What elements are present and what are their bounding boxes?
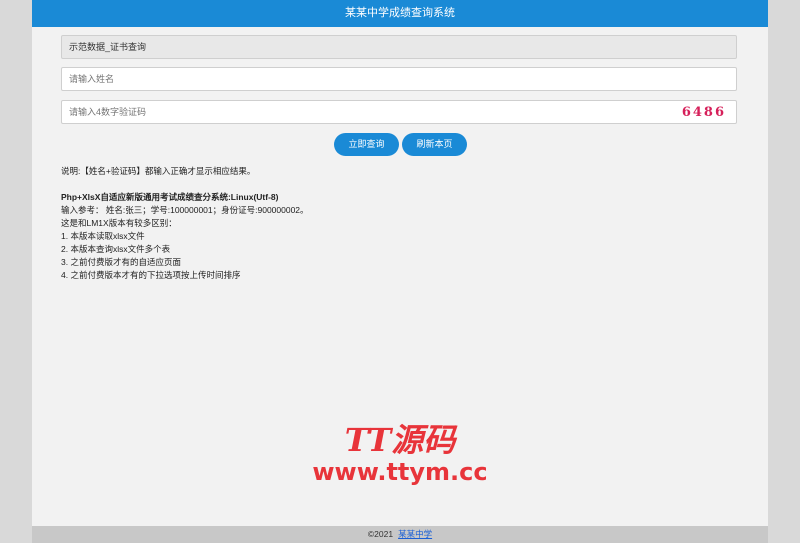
dataset-select[interactable]: 示范数据_证书查询 [61, 35, 737, 59]
watermark-url: www.ttym.cc [312, 458, 488, 486]
code-field-wrapper: 6486 [61, 100, 737, 124]
copyright-text: ©2021 [367, 529, 394, 539]
captcha-input[interactable] [69, 107, 629, 117]
page-title: 某某中学成绩查询系统 [345, 7, 455, 19]
watermark: TT源码 www.ttym.cc [32, 422, 768, 486]
list-item: 2. 本版本查询xlsx文件多个表 [61, 244, 171, 254]
note-text: 说明:【姓名+验证码】都输入正确才显示相应结果。 [61, 166, 256, 176]
info-section: 说明:【姓名+验证码】都输入正确才显示相应结果。 Php+XlsX自适应新版通用… [61, 165, 309, 282]
system-heading: Php+XlsX自适应新版通用考试成绩查分系统:Linux(Utf-8) [61, 192, 279, 202]
watermark-title: TT源码 [344, 421, 456, 459]
footer-link[interactable]: 某某中学 [398, 529, 432, 539]
list-item: 1. 本版本读取xlsx文件 [61, 231, 145, 241]
captcha-image[interactable]: 6486 [682, 102, 726, 124]
name-input[interactable] [69, 74, 629, 84]
dataset-select-value: 示范数据_证书查询 [69, 42, 147, 52]
refresh-button[interactable]: 刷新本页 [402, 133, 467, 156]
page-header: 某某中学成绩查询系统 [32, 0, 768, 27]
name-field-wrapper [61, 67, 737, 91]
query-button[interactable]: 立即查询 [334, 133, 399, 156]
page: 某某中学成绩查询系统 示范数据_证书查询 6486 立即查询 刷新本页 说明:【… [32, 0, 768, 543]
diff-intro: 这是和LM1X版本有较多区别： [61, 218, 177, 228]
sample-text: 输入参考： 姓名:张三；学号:100000001；身份证号:900000002。 [61, 205, 309, 215]
list-item: 3. 之前付费版才有的自适应页面 [61, 257, 181, 267]
list-item: 4. 之前付费版本才有的下拉选项按上传时间排序 [61, 270, 241, 280]
page-footer: ©2021 某某中学 [32, 526, 768, 543]
